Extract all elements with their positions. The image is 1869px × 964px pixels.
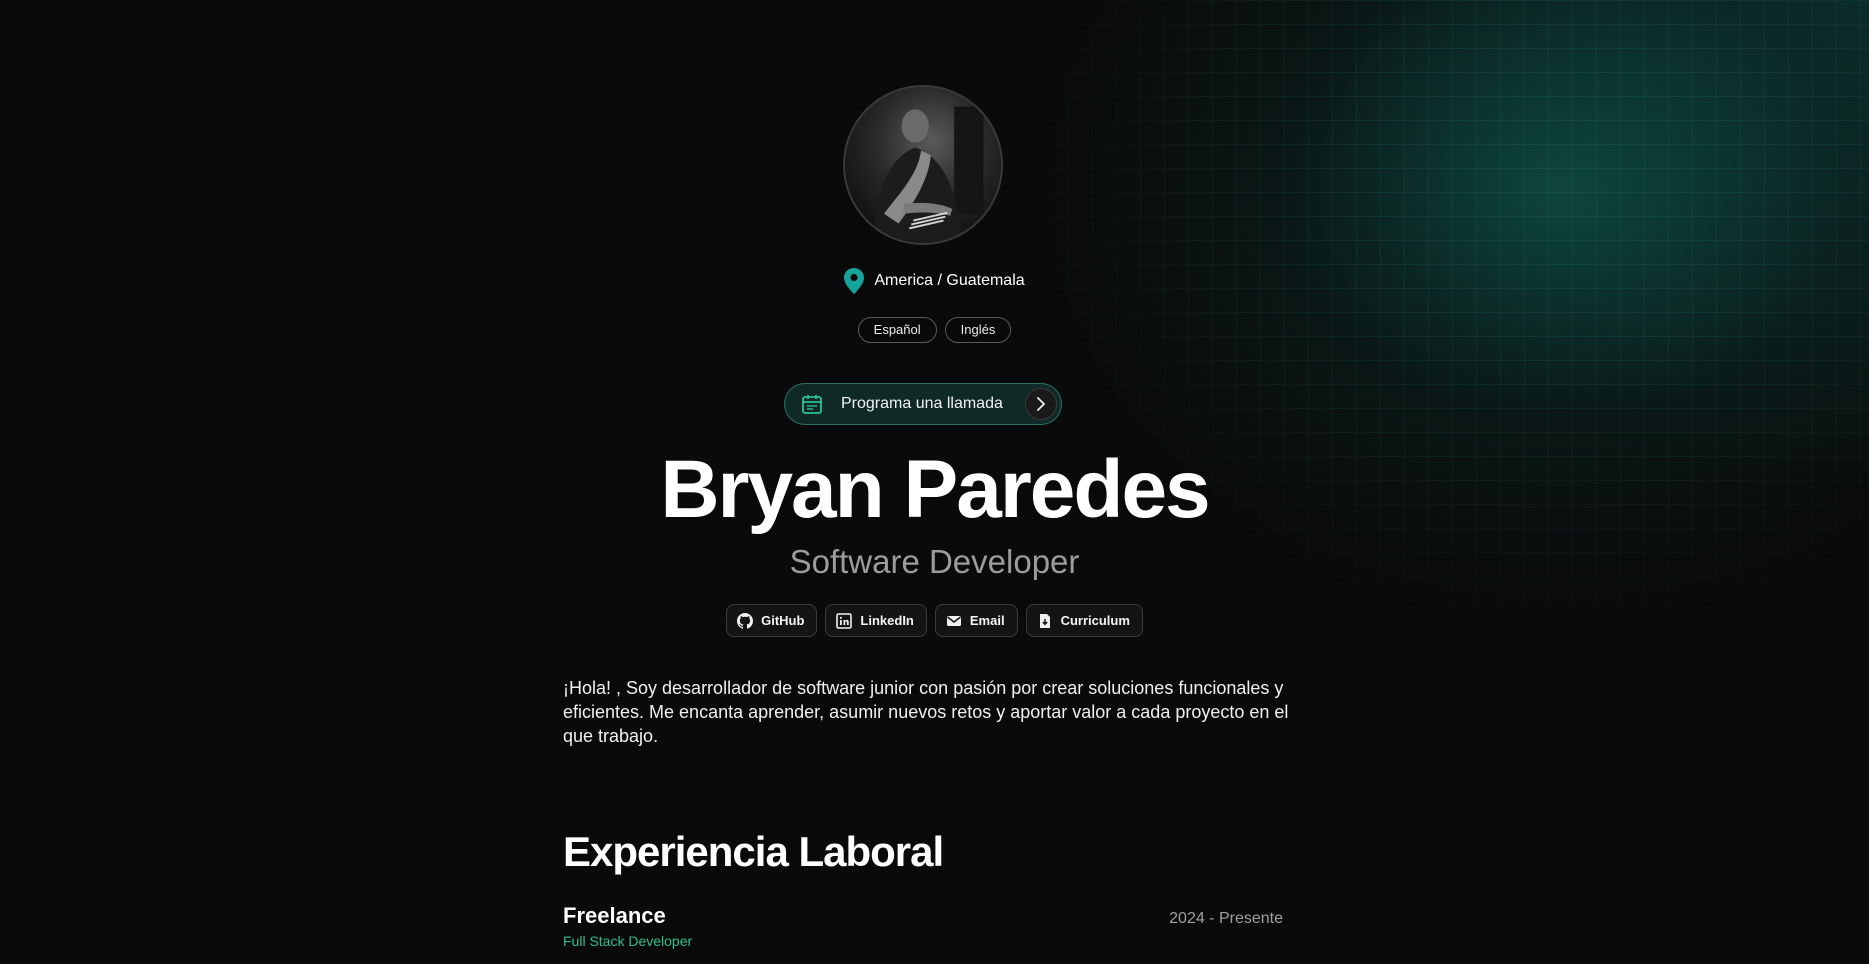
location: America / Guatemala xyxy=(0,268,1869,294)
curriculum-link[interactable]: Curriculum xyxy=(1025,604,1143,637)
linkedin-icon xyxy=(836,612,853,629)
page-title: Bryan Paredes xyxy=(660,444,1210,535)
avatar xyxy=(843,85,1003,245)
job-title-subtitle: Software Developer xyxy=(789,543,1080,580)
map-pin-icon xyxy=(844,268,865,294)
experience-period: 2024 - Presente xyxy=(1169,910,1283,927)
email-link[interactable]: Email xyxy=(934,604,1018,637)
github-link[interactable]: GitHub xyxy=(726,604,818,637)
github-icon xyxy=(737,612,754,629)
language-list: Español Inglés xyxy=(0,317,1869,343)
about-paragraph: ¡Hola! , Soy desarrollador de software j… xyxy=(563,678,1289,746)
calendar-icon xyxy=(802,395,822,414)
avatar-photo xyxy=(845,87,1001,243)
mail-icon xyxy=(946,615,961,626)
github-label: GitHub xyxy=(761,613,805,628)
social-links: GitHub LinkedIn Email Curriculum xyxy=(0,604,1869,637)
linkedin-link[interactable]: LinkedIn xyxy=(825,604,927,637)
experience-role: Full Stack Developer xyxy=(563,933,693,949)
curriculum-label: Curriculum xyxy=(1060,613,1130,628)
language-chip-spanish: Español xyxy=(857,317,937,343)
schedule-call-button[interactable]: Programa una llamada xyxy=(784,383,1062,425)
linkedin-label: LinkedIn xyxy=(860,613,914,628)
schedule-call-label: Programa una llamada xyxy=(841,395,1003,412)
language-chip-english: Inglés xyxy=(944,317,1012,343)
email-label: Email xyxy=(969,613,1005,628)
chevron-right-icon xyxy=(1025,388,1057,420)
document-download-icon xyxy=(1039,613,1050,628)
experience-heading: Experiencia Laboral xyxy=(563,828,944,875)
experience-company: Freelance xyxy=(563,903,666,928)
location-label: America / Guatemala xyxy=(874,272,1025,289)
